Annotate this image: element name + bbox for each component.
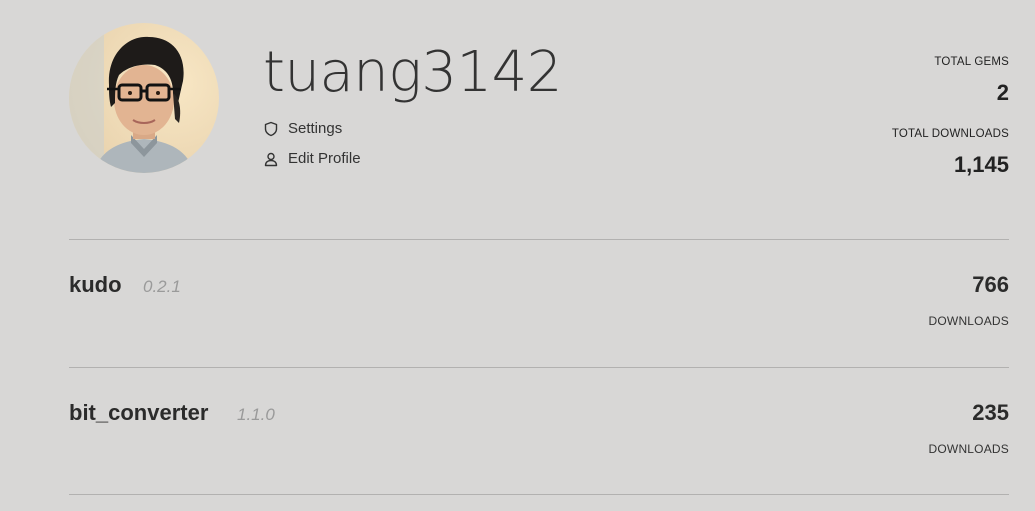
gem-name[interactable]: kudo (69, 272, 122, 298)
gem-name[interactable]: bit_converter (69, 400, 208, 426)
avatar-photo (69, 23, 219, 173)
avatar (69, 23, 219, 173)
gem-version: 1.1.0 (237, 405, 275, 424)
user-icon (263, 151, 279, 167)
total-downloads-value: 1,145 (953, 152, 1009, 177)
total-downloads-label: TOTAL DOWNLOADS (891, 128, 1009, 140)
gem-downloads-label: DOWNLOADS (928, 442, 1009, 456)
gem-version: 0.2.1 (143, 277, 181, 296)
settings-label: Settings (288, 120, 343, 137)
gem-row-bit-converter[interactable]: bit_converter 1.1.0 235 DOWNLOADS (69, 368, 1009, 495)
edit-profile-label: Edit Profile (288, 150, 361, 167)
gem-downloads-count: 235 (972, 400, 1009, 425)
shield-icon (263, 121, 279, 137)
username-heading: tuang3142 (263, 40, 562, 105)
gem-downloads-label: DOWNLOADS (928, 314, 1009, 328)
gem-row-kudo[interactable]: kudo 0.2.1 766 DOWNLOADS (69, 240, 1009, 367)
gem-downloads-count: 766 (972, 272, 1009, 297)
settings-link[interactable]: Settings (263, 120, 342, 137)
divider (69, 494, 1009, 495)
edit-profile-link[interactable]: Edit Profile (263, 150, 361, 167)
total-gems-label: TOTAL GEMS (934, 56, 1009, 68)
total-gems-value: 2 (996, 80, 1009, 105)
profile-page: tuang3142 Settings Edit Profile TOTAL GE… (0, 0, 1035, 511)
